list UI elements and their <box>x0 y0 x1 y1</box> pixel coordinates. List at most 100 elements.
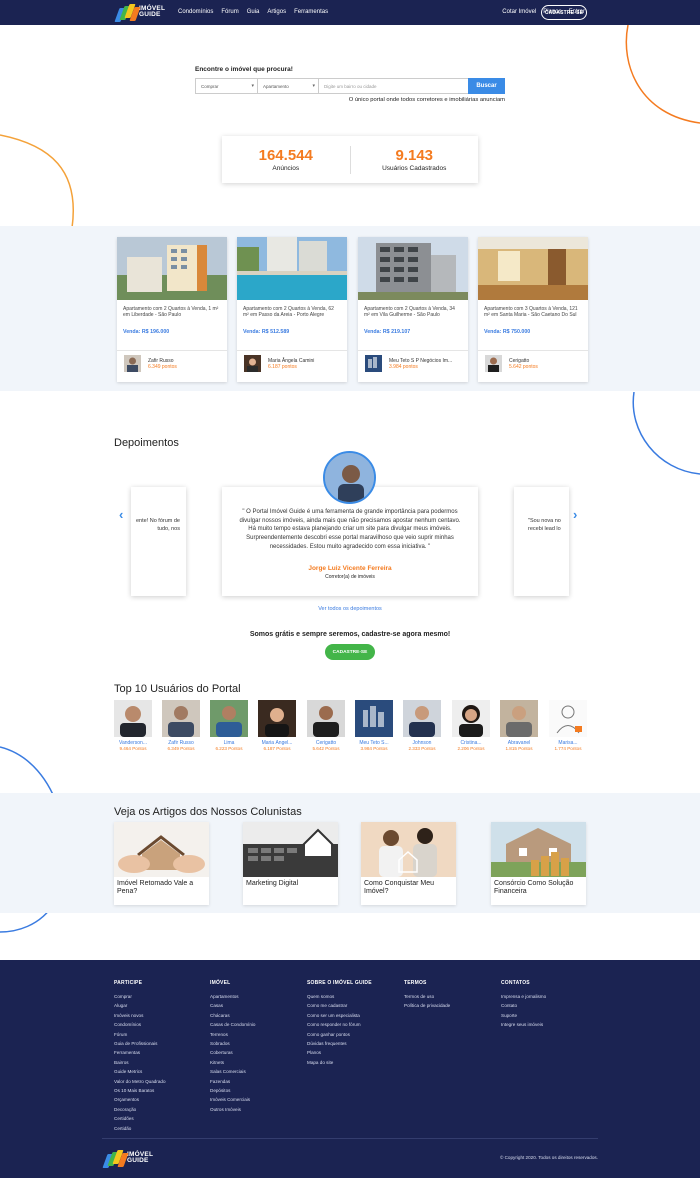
footer-link[interactable]: Valor do Metro Quadrado <box>114 1077 166 1086</box>
footer-link[interactable]: Fazendas <box>210 1077 255 1086</box>
nav-link-forum[interactable]: Fórum <box>221 9 238 15</box>
decorative-curve-right-blue <box>632 392 700 475</box>
listing-card[interactable]: Apartamento com 3 Quartos à Venda, 121 m… <box>478 237 588 382</box>
footer-link[interactable]: Chácaras <box>210 1011 255 1020</box>
footer-link[interactable]: Bairros <box>114 1058 166 1067</box>
article-card[interactable]: Consórcio Como Solução Financeira <box>491 822 586 905</box>
footer-link[interactable]: Política de privacidade <box>404 1001 450 1010</box>
footer-link[interactable]: Coberturas <box>210 1048 255 1057</box>
footer-link[interactable]: Apartamentos <box>210 992 255 1001</box>
footer-link[interactable]: Ferramentas <box>114 1048 166 1057</box>
top-user[interactable]: Vanderson... 9.464 Pontos <box>114 700 152 751</box>
agent-avatar <box>244 355 261 372</box>
listing-agent[interactable]: Meu Teto S P Negócios Im... 3.984 pontos <box>365 355 452 372</box>
article-card[interactable]: Marketing Digital <box>243 822 338 905</box>
listing-photo <box>358 237 468 300</box>
footer-link[interactable]: Fórum <box>114 1030 166 1039</box>
top-user[interactable]: Johnson 2.333 Pontos <box>403 700 441 751</box>
location-search-input[interactable]: Digite um bairro ou cidade <box>319 79 468 93</box>
footer-link[interactable]: Imóveis novos <box>114 1011 166 1020</box>
footer-link[interactable]: Certidões <box>114 1114 166 1123</box>
footer-link[interactable]: Como ser um especialista <box>307 1011 372 1020</box>
footer-link[interactable]: Os 10 Mais Baratos <box>114 1086 166 1095</box>
listing-photo <box>478 237 588 300</box>
user-avatar <box>114 700 152 737</box>
footer-link[interactable]: Como ganhar pontos <box>307 1030 372 1039</box>
search-bar: Comprar Apartamento Digite um bairro ou … <box>195 78 505 94</box>
footer-link[interactable]: Imóveis Comerciais <box>210 1095 255 1104</box>
top-user[interactable]: Meu Teto S... 3.984 Pontos <box>355 700 393 751</box>
nav-link-cotar-imovel[interactable]: Cotar Imóvel <box>502 9 536 15</box>
footer-link[interactable]: Decoração <box>114 1105 166 1114</box>
footer-link[interactable]: Depósitos <box>210 1086 255 1095</box>
nav-link-artigos[interactable]: Artigos <box>267 9 286 15</box>
top-user[interactable]: Lima 6.223 Pontos <box>210 700 248 751</box>
footer-link[interactable]: Termos de uso <box>404 992 450 1001</box>
hero-tagline: O único portal onde todos corretores e i… <box>348 97 505 103</box>
listing-agent[interactable]: Cerigatto 5.642 pontos <box>485 355 538 372</box>
nav-link-guia[interactable]: Guia <box>247 9 260 15</box>
top-user[interactable]: Cristina... 2.206 Pontos <box>452 700 490 751</box>
nav-signup-button[interactable]: CADASTRE-SE <box>541 5 587 20</box>
footer-link[interactable]: Dúvidas frequentes <box>307 1039 372 1048</box>
footer-link[interactable]: Como responder no fórum <box>307 1020 372 1029</box>
footer-link[interactable]: Terrenos <box>210 1030 255 1039</box>
footer-link[interactable]: Orçamentos <box>114 1095 166 1104</box>
footer-link[interactable]: Alugar <box>114 1001 166 1010</box>
footer-link[interactable]: Salas Comerciais <box>210 1067 255 1076</box>
agent-name: Maria Ângela Camini <box>268 357 315 364</box>
footer-link[interactable]: Planos <box>307 1048 372 1057</box>
article-card[interactable]: Como Conquistar Meu Imóvel? <box>361 822 456 905</box>
user-score: 2.206 Pontos <box>457 746 485 751</box>
footer-link[interactable]: Contato <box>501 1001 546 1010</box>
footer-link[interactable]: Guia de Profissionais <box>114 1039 166 1048</box>
property-type-select[interactable]: Apartamento <box>258 79 319 93</box>
listing-agent[interactable]: Maria Ângela Camini 6.187 pontos <box>244 355 314 372</box>
top-user[interactable]: Cerigatto 5.642 Pontos <box>307 700 345 751</box>
footer-link[interactable]: Casas <box>210 1001 255 1010</box>
footer-link[interactable]: Guide Metrics <box>114 1067 166 1076</box>
carousel-prev-arrow-icon[interactable]: ‹ <box>119 507 123 522</box>
footer-column-contatos: CONTATOS Imprensa e jornalismo Contato S… <box>501 980 546 1030</box>
footer-link[interactable]: Mapa do site <box>307 1058 372 1067</box>
top-user[interactable]: Maria Ângel... 6.187 Pontos <box>258 700 296 751</box>
signup-prompt-text: Somos grátis e sempre seremos, cadastre-… <box>249 631 451 638</box>
user-avatar <box>258 700 296 737</box>
search-button[interactable]: Buscar <box>468 78 505 94</box>
footer-link[interactable]: Condomínios <box>114 1020 166 1029</box>
carousel-next-arrow-icon[interactable]: › <box>573 507 577 522</box>
see-all-testimonials-link[interactable]: Ver todos os depoimentos <box>0 606 700 612</box>
user-avatar <box>162 700 200 737</box>
footer-link[interactable]: Como me cadastrar <box>307 1001 372 1010</box>
footer-link[interactable]: Sobrados <box>210 1039 255 1048</box>
footer-logo[interactable]: IMÓVEL GUIDE <box>102 1150 153 1168</box>
user-score: 6.223 Pontos <box>215 746 243 751</box>
listing-card[interactable]: Apartamento com 2 Quartos à Venda, 1 m² … <box>117 237 227 382</box>
listings-section <box>0 226 700 391</box>
article-card[interactable]: Imóvel Retomado Vale a Pena? <box>114 822 209 905</box>
footer-link[interactable]: Comprar <box>114 992 166 1001</box>
footer-link[interactable]: Certidão <box>114 1124 166 1133</box>
nav-link-condominios[interactable]: Condomínios <box>178 9 213 15</box>
footer-link[interactable]: Suporte <box>501 1011 546 1020</box>
nav-link-ferramentas[interactable]: Ferramentas <box>294 9 328 15</box>
site-logo[interactable]: IMÓVEL GUIDE <box>114 4 165 22</box>
footer-link[interactable]: Outros Imóveis <box>210 1105 255 1114</box>
listing-card[interactable]: Apartamento com 2 Quartos à Venda, 34 m²… <box>358 237 468 382</box>
top-user[interactable]: Zafir Russo 6.349 Pontos <box>162 700 200 751</box>
footer-link[interactable]: Integre seus imóveis <box>501 1020 546 1029</box>
listing-photo <box>117 237 227 300</box>
top-user[interactable]: Marisa... 1.774 Pontos <box>549 700 587 751</box>
signup-button[interactable]: CADASTRE-SE <box>325 644 375 660</box>
footer-link[interactable]: Imprensa e jornalismo <box>501 992 546 1001</box>
footer-link[interactable]: Kitnets <box>210 1058 255 1067</box>
footer-link[interactable]: Casas de Condomínio <box>210 1020 255 1029</box>
listing-agent[interactable]: Zafir Russo 6.349 pontos <box>124 355 177 372</box>
transaction-type-select[interactable]: Comprar <box>196 79 258 93</box>
footer-link[interactable]: Quem somos <box>307 992 372 1001</box>
listing-price: Venda: R$ 196.000 <box>123 329 170 335</box>
testimonial-author-photo <box>323 451 376 504</box>
listing-card[interactable]: Apartamento com 2 Quartos à Venda, 62 m²… <box>237 237 347 382</box>
top-user[interactable]: Abravanel 1.815 Pontos <box>500 700 538 751</box>
copyright-text: © Copyright 2020. Todos os direitos rese… <box>499 1155 598 1160</box>
